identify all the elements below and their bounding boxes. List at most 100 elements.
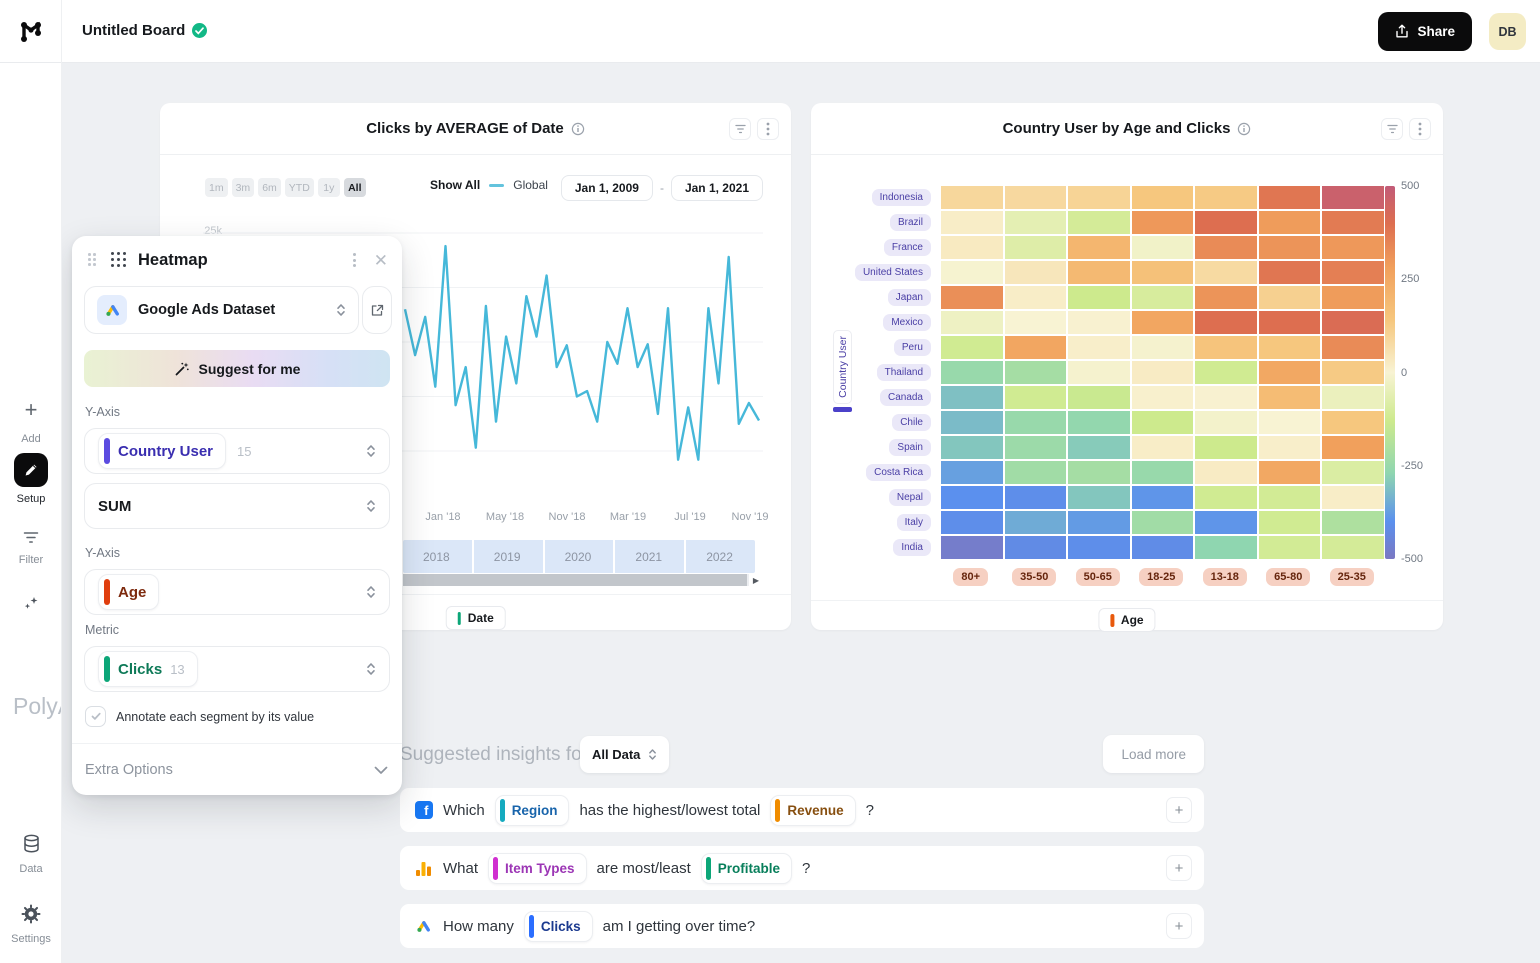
suggest-for-me-button[interactable]: Suggest for me — [84, 350, 390, 387]
insights-dataset-select[interactable]: All Data — [580, 736, 669, 773]
heatmap-cell[interactable] — [1068, 336, 1130, 359]
heatmap-cell[interactable] — [1322, 461, 1384, 484]
scrollbar-right-arrow[interactable]: ▶ — [749, 574, 763, 586]
heatmap-cell[interactable] — [1132, 211, 1194, 234]
chart-filter-button[interactable] — [1381, 118, 1403, 140]
heatmap-cell[interactable] — [941, 211, 1003, 234]
date-legend-chip[interactable]: Date — [445, 606, 506, 630]
heatmap-cell[interactable] — [1195, 361, 1257, 384]
age-legend-chip[interactable]: Age — [1098, 608, 1155, 632]
heatmap-cell[interactable] — [1068, 436, 1130, 459]
heatmap-cell[interactable] — [941, 236, 1003, 259]
sidebar-item-filter[interactable]: Filter — [0, 526, 62, 566]
heatmap-cell[interactable] — [1195, 211, 1257, 234]
heatmap-cell[interactable] — [941, 511, 1003, 534]
heatmap-cell[interactable] — [1068, 186, 1130, 209]
close-icon[interactable]: ✕ — [374, 252, 388, 269]
heatmap-cell[interactable] — [1068, 411, 1130, 434]
heatmap-cell[interactable] — [1195, 186, 1257, 209]
heatmap-cell[interactable] — [1005, 536, 1067, 559]
heatmap-cell[interactable] — [941, 361, 1003, 384]
heatmap-cell[interactable] — [1068, 461, 1130, 484]
heatmap-cell[interactable] — [1322, 436, 1384, 459]
heatmap-cell[interactable] — [1259, 461, 1321, 484]
heatmap-cell[interactable] — [1322, 336, 1384, 359]
heatmap-cell[interactable] — [941, 311, 1003, 334]
insight-chip-region[interactable]: Region — [495, 795, 570, 826]
heatmap-cell[interactable] — [1005, 211, 1067, 234]
heatmap-cell[interactable] — [1132, 436, 1194, 459]
heatmap-cell[interactable] — [1259, 536, 1321, 559]
heatmap-cell[interactable] — [941, 486, 1003, 509]
insight-chip-revenue[interactable]: Revenue — [770, 795, 855, 826]
timeline-scrollbar[interactable]: ▶ — [403, 574, 763, 586]
heatmap-cell[interactable] — [1005, 486, 1067, 509]
heatmap-cell[interactable] — [1005, 236, 1067, 259]
heatmap-cell[interactable] — [1322, 261, 1384, 284]
heatmap-cell[interactable] — [1259, 511, 1321, 534]
heatmap-cell[interactable] — [1068, 236, 1130, 259]
insight-chip-clicks[interactable]: Clicks — [524, 911, 593, 942]
heatmap-cell[interactable] — [1195, 511, 1257, 534]
timeline-year-2022[interactable]: 2022 — [684, 540, 755, 573]
chart-more-button[interactable] — [1409, 118, 1431, 140]
heatmap-cell[interactable] — [1132, 236, 1194, 259]
heatmap-cell[interactable] — [1195, 486, 1257, 509]
heatmap-cell[interactable] — [1132, 411, 1194, 434]
heatmap-cell[interactable] — [1068, 536, 1130, 559]
heatmap-cell[interactable] — [1322, 311, 1384, 334]
heatmap-cell[interactable] — [1259, 436, 1321, 459]
heatmap-cell[interactable] — [1259, 386, 1321, 409]
heatmap-cell[interactable] — [1259, 186, 1321, 209]
insight-row[interactable]: WhatItem Typesare most/leastProfitable?+ — [400, 846, 1204, 890]
heatmap-cell[interactable] — [1005, 386, 1067, 409]
heatmap-cell[interactable] — [1259, 311, 1321, 334]
user-avatar[interactable]: DB — [1489, 13, 1526, 50]
sidebar-item-setup[interactable]: Setup — [0, 453, 62, 505]
heatmap-cell[interactable] — [1195, 236, 1257, 259]
heatmap-cell[interactable] — [1132, 461, 1194, 484]
heatmap-cell[interactable] — [1068, 511, 1130, 534]
heatmap-cell[interactable] — [1005, 261, 1067, 284]
age-field[interactable]: Age — [84, 569, 390, 615]
heatmap-cell[interactable] — [1322, 361, 1384, 384]
board-title[interactable]: Untitled Board — [82, 22, 185, 39]
panel-more-button[interactable] — [351, 251, 358, 269]
heatmap-cell[interactable] — [1132, 361, 1194, 384]
heatmap-cell[interactable] — [1068, 211, 1130, 234]
heatmap-cell[interactable] — [1068, 361, 1130, 384]
heatmap-cell[interactable] — [1005, 336, 1067, 359]
heatmap-cell[interactable] — [1259, 361, 1321, 384]
add-insight-button[interactable]: + — [1166, 913, 1192, 939]
heatmap-cell[interactable] — [941, 436, 1003, 459]
heatmap-cell[interactable] — [1259, 411, 1321, 434]
heatmap-cell[interactable] — [1322, 411, 1384, 434]
timeline-year-2020[interactable]: 2020 — [543, 540, 614, 573]
heatmap-cell[interactable] — [1322, 486, 1384, 509]
heatmap-cell[interactable] — [1132, 286, 1194, 309]
heatmap-cell[interactable] — [1132, 336, 1194, 359]
heatmap-cell[interactable] — [1322, 286, 1384, 309]
heatmap-cell[interactable] — [941, 461, 1003, 484]
heatmap-cell[interactable] — [1195, 261, 1257, 284]
insight-row[interactable]: How manyClicksam I getting over time?+ — [400, 904, 1204, 948]
heatmap-cell[interactable] — [1195, 461, 1257, 484]
heatmap-cell[interactable] — [1005, 511, 1067, 534]
heatmap-cell[interactable] — [1195, 286, 1257, 309]
heatmap-cell[interactable] — [1195, 386, 1257, 409]
timeline-year-2019[interactable]: 2019 — [472, 540, 543, 573]
heatmap-cell[interactable] — [1132, 311, 1194, 334]
heatmap-cell[interactable] — [1068, 286, 1130, 309]
heatmap-cell[interactable] — [1132, 486, 1194, 509]
info-icon[interactable] — [1237, 122, 1251, 136]
app-logo[interactable] — [0, 0, 62, 63]
heatmap-cell[interactable] — [941, 336, 1003, 359]
heatmap-cell[interactable] — [1195, 311, 1257, 334]
heatmap-cell[interactable] — [1259, 286, 1321, 309]
drag-handle-icon[interactable] — [88, 253, 97, 267]
load-more-button[interactable]: Load more — [1103, 735, 1204, 773]
heatmap-cell[interactable] — [1005, 186, 1067, 209]
heatmap-cell[interactable] — [1005, 436, 1067, 459]
add-insight-button[interactable]: + — [1166, 797, 1192, 823]
checkbox[interactable] — [85, 706, 106, 727]
